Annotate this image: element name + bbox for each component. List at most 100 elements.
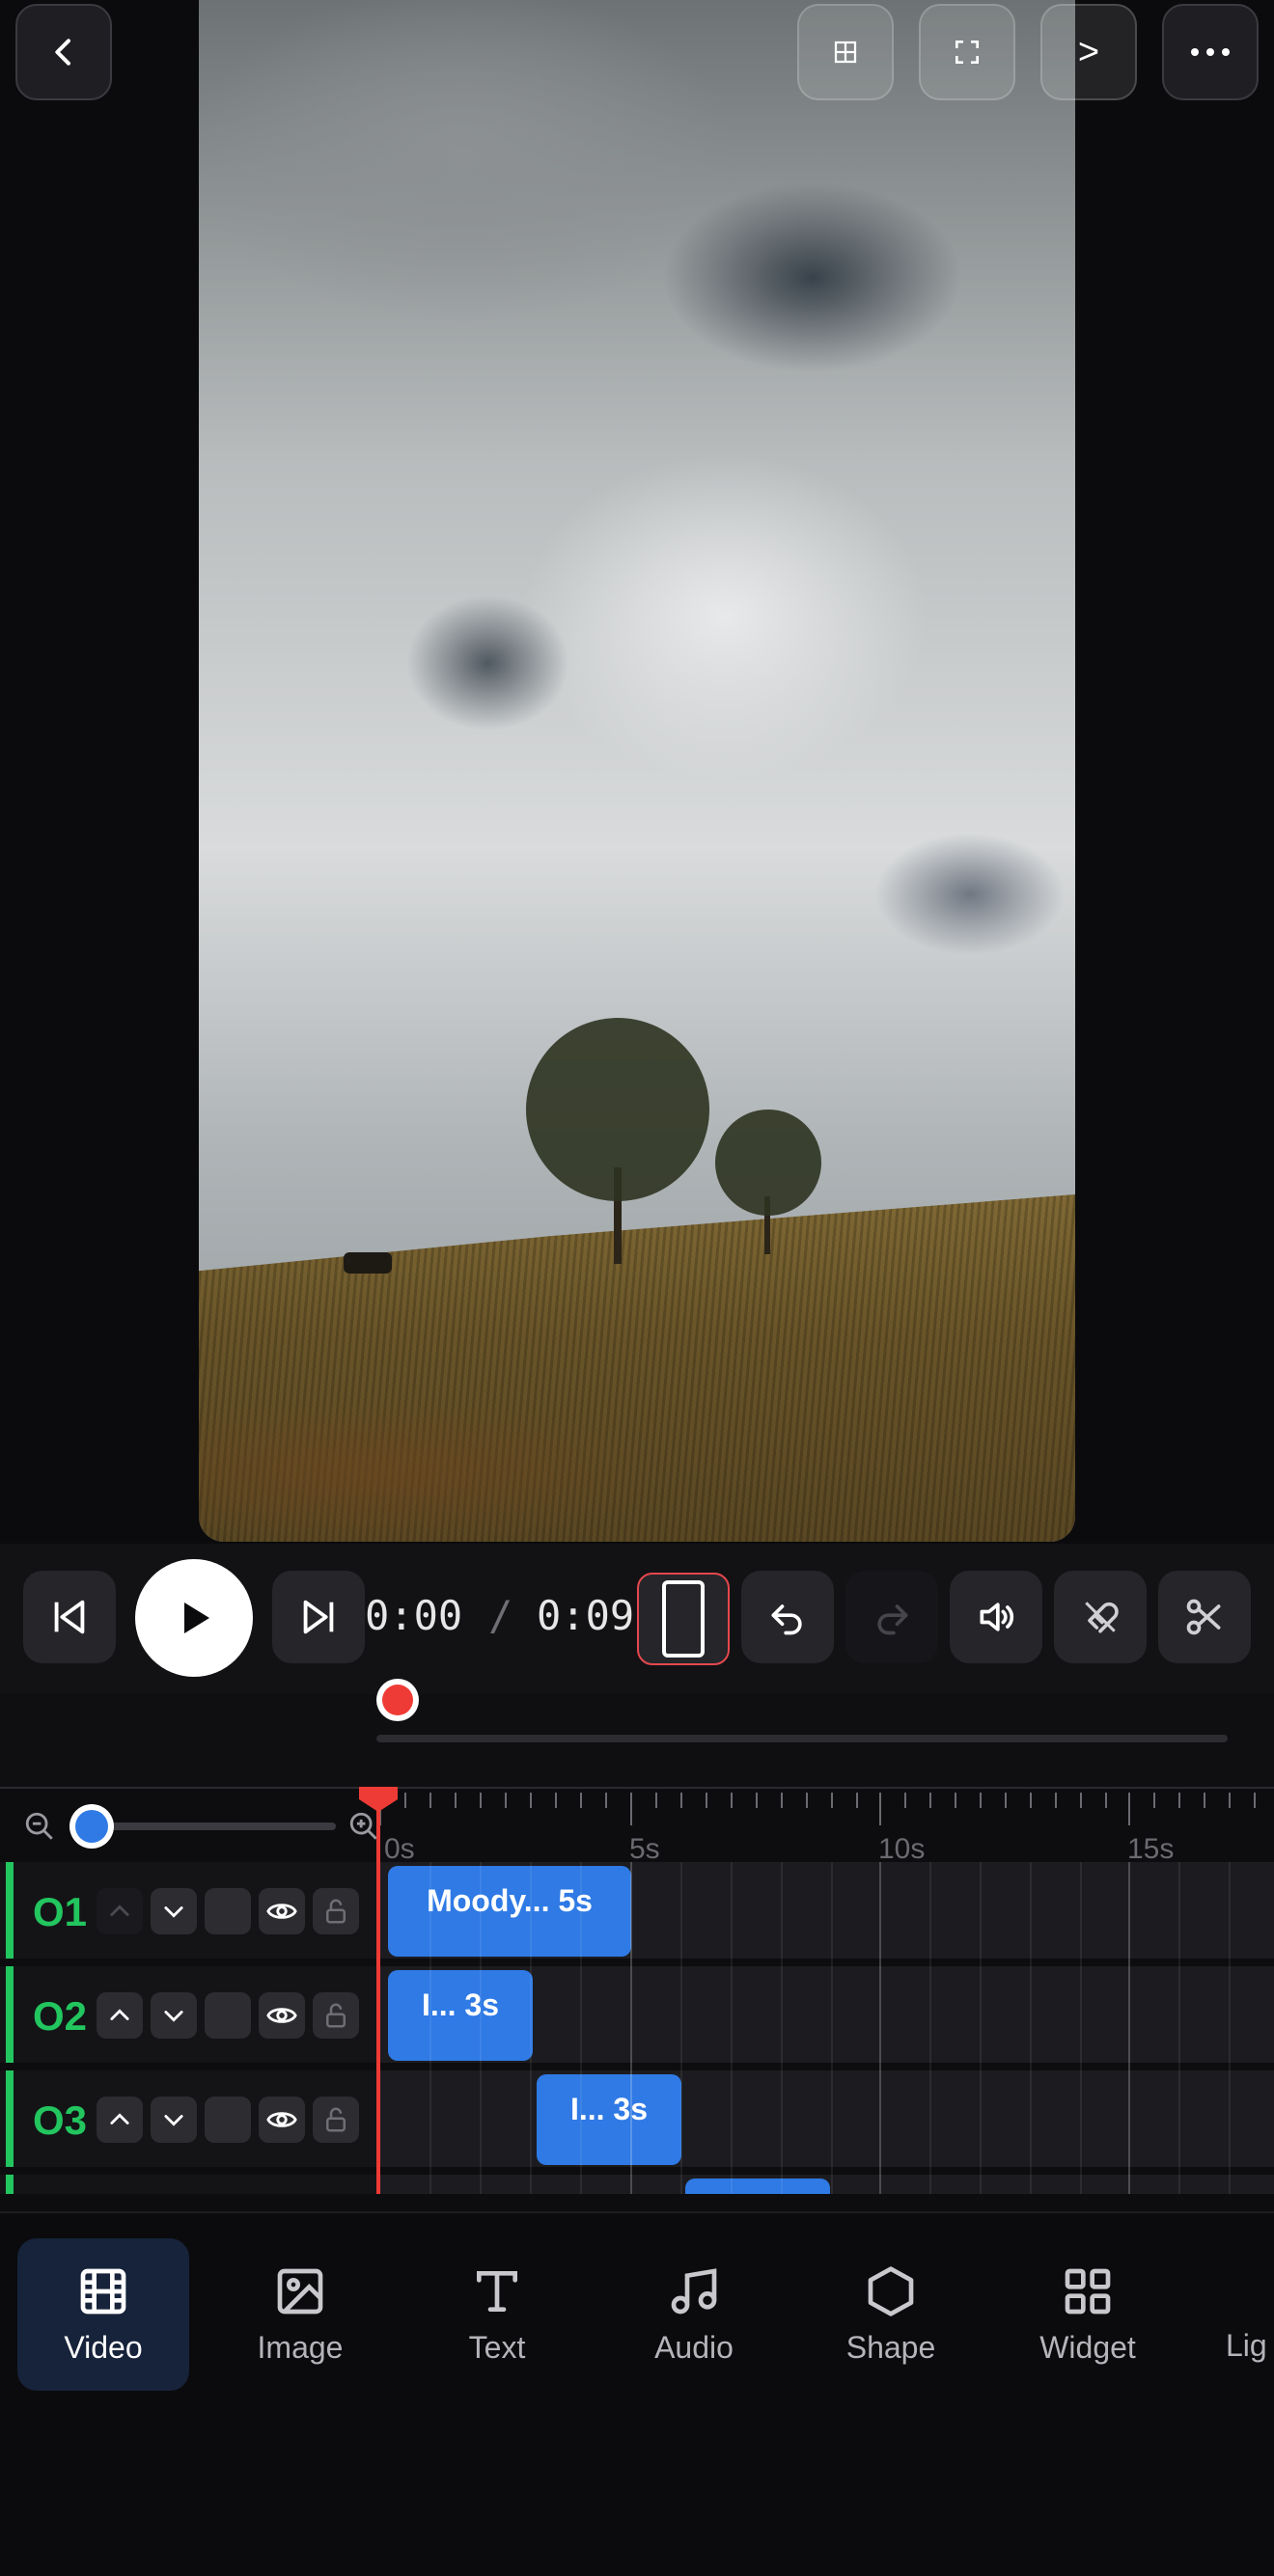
more-button[interactable]: [1162, 4, 1259, 100]
play-icon: [184, 1603, 209, 1633]
skip-end-icon: [303, 1600, 334, 1634]
move-down-button[interactable]: [151, 2096, 197, 2143]
skip-start-button[interactable]: [23, 1571, 116, 1663]
grid-button[interactable]: [797, 4, 894, 100]
nav-item-audio[interactable]: Audio: [608, 2238, 780, 2391]
visibility-toggle[interactable]: [259, 1992, 305, 2039]
nav-label: Audio: [654, 2329, 734, 2365]
back-button[interactable]: [15, 4, 112, 100]
visibility-toggle[interactable]: [259, 1888, 305, 1934]
timeline-clip[interactable]: [685, 2179, 830, 2194]
clip-label: I... 3s: [421, 1987, 500, 2022]
video-preview[interactable]: [199, 0, 1075, 1542]
nav-item-text[interactable]: Text: [411, 2238, 583, 2391]
undo-icon: [771, 1604, 802, 1635]
widget-icon: [1065, 2268, 1111, 2314]
timeline-clip[interactable]: I... 3s: [388, 1970, 533, 2061]
track-lane[interactable]: I... 3s: [378, 1966, 1274, 2063]
zoom-slider-track[interactable]: [83, 1822, 336, 1830]
track-color-swatch[interactable]: [205, 1992, 251, 2039]
track-lane[interactable]: Moody... 5s: [378, 1862, 1274, 1959]
current-time: 0:00: [365, 1592, 463, 1639]
track-lane[interactable]: I... 3s: [378, 2070, 1274, 2167]
track-color-swatch[interactable]: [205, 2096, 251, 2143]
zoom-in-icon[interactable]: [347, 1810, 380, 1843]
track-row: [0, 2175, 1274, 2194]
track-header: O2: [0, 1966, 376, 2063]
skip-end-button[interactable]: [272, 1571, 365, 1663]
chevron-down-icon: [164, 2115, 183, 2126]
total-time: 0:09: [537, 1592, 635, 1639]
track-header: O3: [0, 2070, 376, 2167]
nav-label: Video: [64, 2329, 143, 2365]
eye-icon: [266, 2008, 297, 2023]
track-color-bar: [6, 2175, 14, 2194]
lock-toggle[interactable]: [313, 1992, 359, 2039]
volume-button[interactable]: [950, 1571, 1042, 1663]
track-label: O1: [33, 1889, 88, 1934]
ruler-ticks: [379, 1793, 1256, 1825]
move-up-button[interactable]: [97, 1992, 143, 2039]
unlock-icon: [326, 2003, 346, 2028]
redo-button[interactable]: [845, 1571, 938, 1663]
ruler-label: 10s: [878, 1833, 925, 1860]
fullscreen-button[interactable]: [919, 4, 1015, 100]
ruler-label: 5s: [629, 1833, 660, 1860]
snap-button[interactable]: [1054, 1571, 1147, 1663]
skip-start-icon: [54, 1600, 85, 1634]
unlock-icon: [326, 2107, 346, 2132]
image-icon: [277, 2268, 323, 2314]
chevron-down-icon: [164, 2011, 183, 2022]
eye-icon: [266, 1904, 297, 1919]
lock-toggle[interactable]: [313, 1888, 359, 1934]
timeline-ruler[interactable]: 0s 5s 10s 15s: [378, 1793, 1274, 1860]
track-color-bar: [6, 1862, 14, 1959]
aspect-ratio-button[interactable]: [637, 1573, 730, 1665]
track-color-swatch[interactable]: [205, 1888, 251, 1934]
zoom-out-icon[interactable]: [23, 1810, 56, 1843]
lock-toggle[interactable]: [313, 2096, 359, 2143]
next-label: >: [1077, 31, 1100, 72]
playhead-line: [376, 1804, 380, 2194]
fullscreen-icon: [956, 41, 979, 64]
timeline-clip[interactable]: Moody... 5s: [388, 1866, 631, 1957]
split-button[interactable]: [1158, 1571, 1251, 1663]
visibility-toggle[interactable]: [259, 2096, 305, 2143]
grid-icon: [834, 41, 857, 64]
unlock-icon: [326, 1899, 346, 1924]
preview-trees: [344, 1018, 821, 1274]
move-up-button[interactable]: [97, 2096, 143, 2143]
scrubber-handle[interactable]: [376, 1679, 419, 1721]
nav-label: Lig: [1226, 2328, 1267, 2363]
chevron-up-icon: [110, 1905, 129, 1916]
track-label: O2: [33, 1993, 88, 2039]
nav-label: Text: [468, 2329, 526, 2365]
scrubber-track[interactable]: [376, 1735, 1228, 1742]
timeline-clip[interactable]: I... 3s: [537, 2074, 681, 2165]
track-label: O3: [33, 2097, 88, 2143]
play-button[interactable]: [135, 1559, 253, 1677]
magnet-icon: [1085, 1602, 1119, 1633]
chevron-up-icon: [110, 2009, 129, 2020]
nav-label: Shape: [845, 2329, 936, 2365]
nav-item-image[interactable]: Image: [214, 2238, 386, 2391]
move-up-button[interactable]: [97, 1888, 143, 1934]
nav-item-widget[interactable]: Widget: [1002, 2238, 1174, 2391]
zoom-slider-handle[interactable]: [69, 1804, 114, 1849]
move-down-button[interactable]: [151, 1888, 197, 1934]
film-icon: [80, 2268, 126, 2314]
undo-button[interactable]: [741, 1571, 834, 1663]
track-row: O2 I... 3s: [0, 1966, 1274, 2063]
chevron-up-icon: [110, 2113, 129, 2124]
nav-item-shape[interactable]: Shape: [805, 2238, 977, 2391]
move-down-button[interactable]: [151, 1992, 197, 2039]
hexagon-icon: [868, 2265, 914, 2316]
redo-icon: [877, 1604, 908, 1635]
next-button[interactable]: >: [1040, 4, 1137, 100]
track-lane[interactable]: [378, 2175, 1274, 2194]
chevron-left-icon: [55, 39, 70, 66]
nav-item-light[interactable]: Lig: [1199, 2238, 1274, 2391]
nav-item-video[interactable]: Video: [17, 2238, 189, 2391]
track-row: O1 Moody... 5s: [0, 1862, 1274, 1959]
volume-icon: [980, 1603, 1014, 1631]
